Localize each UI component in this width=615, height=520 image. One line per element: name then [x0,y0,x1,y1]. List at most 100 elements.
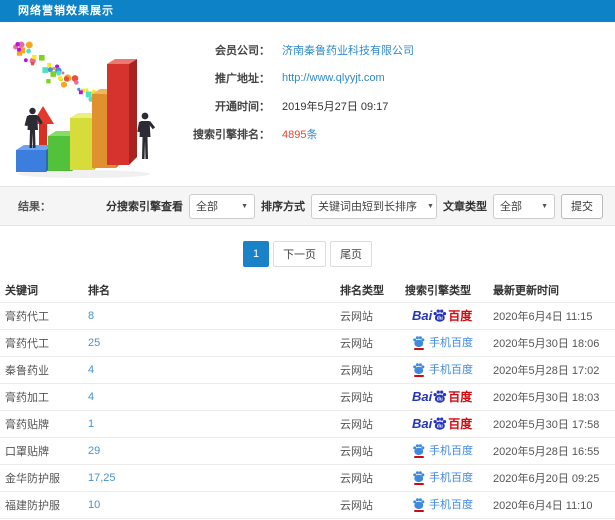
keyword-cell: 膏药代工 [0,301,83,329]
baidu-mobile-badge: 手机百度 [412,496,473,512]
rank-cell: 25 [83,328,335,356]
keyword-cell: 膏药贴牌 [0,409,83,437]
keyword-cell: 福建防护服 [0,490,83,518]
mobile-baidu-paw-icon [413,470,425,482]
open-time-label: 开通时间： [215,100,270,113]
keyword-cell: 金华防护服 [0,463,83,491]
rank-type-cell: 云网站 [335,301,400,329]
businessman-right-icon [137,112,156,159]
page: 网络营销效果展示 会员公司： 济南秦鲁药业科技有限公司 推广地址： http:/… [0,0,615,520]
engine-cell: 手机百度 [400,355,488,383]
updated-cell: 2020年5月30日 18:03 [488,382,615,410]
engine-cell: Bai du 百度 [400,409,488,437]
rank-link[interactable]: 1 [88,418,94,430]
rank-cell: 8 [83,301,335,329]
engine-cell: 手机百度 [400,463,488,491]
company-name-link[interactable]: 济南秦鲁药业科技有限公司 [282,42,414,58]
col-rank-type: 排名类型 [340,284,384,297]
red-underline [413,509,424,512]
chevron-down-icon: ▼ [427,202,434,210]
rank-type-cell: 云网站 [335,355,400,383]
rank-count-label: 搜索引擎排名： [193,128,270,141]
col-rank: 排名 [88,284,110,297]
rank-link[interactable]: 29 [88,445,100,457]
table-row: 福建防护服 10 云网站 手机百度 2020年6月4日 11:10 [0,490,615,518]
profile-section: 会员公司： 济南秦鲁药业科技有限公司 推广地址： http://www.qlyy… [0,22,615,186]
rank-link[interactable]: 8 [88,310,94,322]
table-header-row: 关键词 排名 排名类型 搜索引擎类型 最新更新时间 [0,278,615,302]
baidu-pc-logo: Bai du 百度 [412,308,473,323]
col-updated: 最新更新时间 [493,284,559,297]
results-table: 关键词 排名 排名类型 搜索引擎类型 最新更新时间 膏药代工 8 云网站 Bai [0,278,615,520]
rank-type-cell: 云网站 [335,463,400,491]
rank-cell: 4 [83,355,335,383]
updated-cell: 2020年6月4日 11:15 [488,301,615,329]
company-label: 会员公司： [215,44,270,57]
sort-value: 关键词由短到长排序 [318,201,417,213]
page-title: 网络营销效果展示 [0,0,615,22]
article-type-select[interactable]: 全部 ▼ [493,193,555,219]
keyword-cell: 口罩贴牌 [0,436,83,464]
table-row: 口罩贴牌 29 云网站 手机百度 2020年5月28日 16:55 [0,436,615,464]
table-row: 金华防护服 17,25 云网站 手机百度 2020年6月20日 09:25 [0,463,615,491]
submit-button[interactable]: 提交 [561,193,603,219]
baidu-mobile-badge: 手机百度 [412,334,473,350]
bar-chart-illustration [13,41,156,178]
baidu-pc-logo: Bai du 百度 [412,416,473,431]
rank-type-cell: 云网站 [335,409,400,437]
rank-cell: 17,25 [83,463,335,491]
updated-cell: 2020年6月20日 09:25 [488,463,615,491]
company-info: 会员公司： 济南秦鲁药业科技有限公司 推广地址： http://www.qlyy… [180,30,605,180]
red-underline [413,374,424,377]
pagination: 1 下一页 尾页 [0,241,615,267]
svg-text:du: du [437,423,443,429]
rank-link[interactable]: 25 [88,337,100,349]
keyword-cell: 膏药加工 [0,382,83,410]
col-keyword: 关键词 [5,284,38,297]
engine-filter-label: 分搜索引擎查看 [106,201,183,213]
page-1-button[interactable]: 1 [242,241,270,267]
info-row-url: 推广地址： http://www.qlyyjt.com [180,64,605,91]
engine-filter-select[interactable]: 全部 ▼ [189,193,255,219]
updated-cell: 2020年5月30日 17:58 [488,409,615,437]
rank-type-cell: 云网站 [335,328,400,356]
rank-link[interactable]: 4 [88,364,94,376]
table-row: 秦鲁药业 4 云网站 手机百度 2020年5月28日 17:02 [0,355,615,383]
mobile-baidu-paw-icon [413,362,425,374]
promo-url-label: 推广地址： [215,72,270,85]
promo-url-link[interactable]: http://www.qlyyjt.com [282,72,385,84]
rank-count-number: 4895 [282,128,307,141]
next-page-button[interactable]: 下一页 [273,241,327,267]
table-row: 膏药代工 25 云网站 手机百度 2020年5月30日 18:06 [0,328,615,356]
rank-cell: 10 [83,490,335,518]
updated-cell: 2020年6月4日 11:10 [488,490,615,518]
last-page-button[interactable]: 尾页 [330,241,373,267]
rank-cell: 29 [83,436,335,464]
table-row: 膏药贴牌 1 云网站 Bai du 百度 2020年5月30日 17:58 [0,409,615,437]
sort-select[interactable]: 关键词由短到长排序 ▼ [311,193,437,219]
rank-cell: 4 [83,382,335,410]
article-type-label: 文章类型 [443,201,487,213]
rank-link[interactable]: 10 [88,499,100,511]
info-row-opened: 开通时间： 2019年5月27日 09:17 [180,92,605,119]
result-label: 结果： [18,201,51,213]
engine-cell: 手机百度 [400,490,488,518]
baidu-paw-icon: du [433,390,447,403]
updated-cell: 2020年5月28日 16:55 [488,436,615,464]
baidu-paw-icon: du [433,417,447,430]
baidu-mobile-badge: 手机百度 [412,361,473,377]
info-row-company: 会员公司： 济南秦鲁药业科技有限公司 [180,36,605,63]
chevron-down-icon: ▼ [241,202,248,210]
article-type-value: 全部 [500,201,522,213]
table-row: 膏药代工 8 云网站 Bai du 百度 2020年6月4日 11:15 [0,301,615,329]
rank-link[interactable]: 4 [88,391,94,403]
baidu-pc-logo: Bai du 百度 [412,389,473,404]
updated-cell: 2020年5月28日 17:02 [488,355,615,383]
engine-cell: 手机百度 [400,328,488,356]
open-time-value: 2019年5月27日 09:17 [282,100,389,113]
engine-filter-value: 全部 [196,201,218,213]
baidu-paw-icon: du [433,309,447,322]
mobile-baidu-paw-icon [413,443,425,455]
baidu-mobile-badge: 手机百度 [412,469,473,485]
rank-link[interactable]: 17,25 [88,472,116,484]
